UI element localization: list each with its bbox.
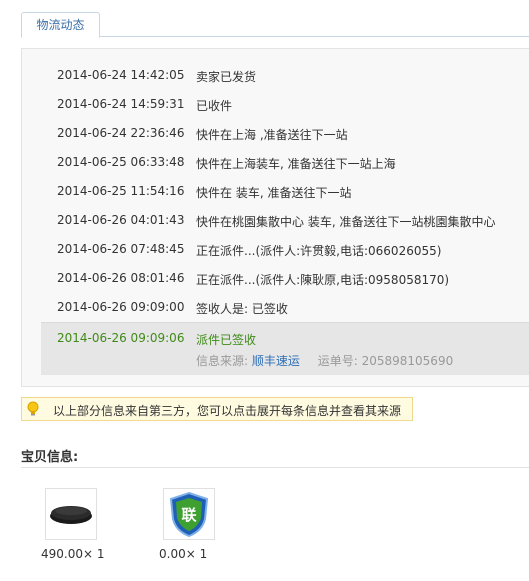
timeline-row: 2014-06-24 14:42:05 卖家已发货 [22,61,529,90]
timeline-row: 2014-06-24 14:59:31 已收件 [22,90,529,119]
timeline-desc: 已收件 [196,99,233,113]
tracking-number: 205898105690 [361,354,454,368]
timeline-time: 2014-06-24 22:36:46 [57,126,185,140]
section-divider [21,467,529,468]
logistics-timeline: 2014-06-24 14:42:05 卖家已发货 2014-06-24 14:… [22,61,529,375]
timeline-row: 2014-06-26 09:09:00 签收人是: 已签收 [22,293,529,322]
product-section-title: 宝贝信息: [21,450,79,465]
timeline-desc: 快件在 装车, 准备送往下一站 [196,186,352,200]
timeline-row: 2014-06-26 04:01:43 快件在桃園集散中心 装车, 准备送往下一… [22,206,529,235]
timeline-desc: 快件在上海装车, 准备送往下一站上海 [196,157,396,171]
timeline-time: 2014-06-26 09:09:06 [57,331,185,345]
union-shield-badge[interactable]: 联 [163,488,215,540]
timeline-time: 2014-06-24 14:42:05 [57,68,185,82]
timeline-desc: 派件已签收 [196,333,257,347]
product-price: 490.00× 1 [41,547,105,561]
tv-box-image[interactable] [45,488,97,540]
timeline-desc: 快件在桃園集散中心 装车, 准备送往下一站桃園集散中心 [196,215,496,229]
timeline-time: 2014-06-26 09:09:00 [57,300,185,314]
timeline-time: 2014-06-26 04:01:43 [57,213,185,227]
notice-text: 以上部分信息来自第三方，您可以点击展开每条信息并查看其来源 [53,404,402,418]
timeline-time: 2014-06-25 11:54:16 [57,184,185,198]
timeline-time: 2014-06-26 07:48:45 [57,242,185,256]
timeline-row: 2014-06-24 22:36:46 快件在上海 ,准备送往下一站 [22,119,529,148]
product-item[interactable]: 490.00× 1 [41,488,105,561]
timeline-desc: 快件在上海 ,准备送往下一站 [196,128,348,142]
timeline-row: 2014-06-26 08:01:46 正在派件...(派件人:陳耿原,电话:0… [22,264,529,293]
product-price: 0.00× 1 [159,547,208,561]
timeline-row: 2014-06-25 06:33:48 快件在上海装车, 准备送往下一站上海 [22,148,529,177]
timeline-row: 2014-06-26 07:48:45 正在派件...(派件人:许贯毅,电话:0… [22,235,529,264]
timeline-row: 2014-06-25 11:54:16 快件在 装车, 准备送往下一站 [22,177,529,206]
source-label: 信息来源: [196,354,249,368]
timeline-time: 2014-06-24 14:59:31 [57,97,185,111]
tracking-label: 运单号: [317,354,358,368]
timeline-desc: 正在派件...(派件人:许贯毅,电话:066026055) [196,244,442,258]
badge-text: 联 [181,506,197,524]
timeline-time: 2014-06-26 08:01:46 [57,271,185,285]
timeline-row-latest[interactable]: 2014-06-26 09:09:06 派件已签收 信息来源: 顺丰速运 运单号… [41,322,529,375]
lightbulb-icon [26,401,40,417]
third-party-notice: 以上部分信息来自第三方，您可以点击展开每条信息并查看其来源 [21,397,413,421]
timeline-desc: 卖家已发货 [196,70,257,84]
timeline-time: 2014-06-25 06:33:48 [57,155,185,169]
tab-logistics[interactable]: 物流动态 [21,12,100,38]
source-line: 信息来源: 顺丰速运 运单号: 205898105690 [196,352,453,369]
product-item[interactable]: 联 0.00× 1 [159,488,215,561]
logistics-panel: 2014-06-24 14:42:05 卖家已发货 2014-06-24 14:… [21,48,529,387]
timeline-desc: 正在派件...(派件人:陳耿原,电话:0958058170) [196,273,450,287]
timeline-desc: 签收人是: 已签收 [196,302,288,316]
source-link[interactable]: 顺丰速运 [252,354,300,368]
